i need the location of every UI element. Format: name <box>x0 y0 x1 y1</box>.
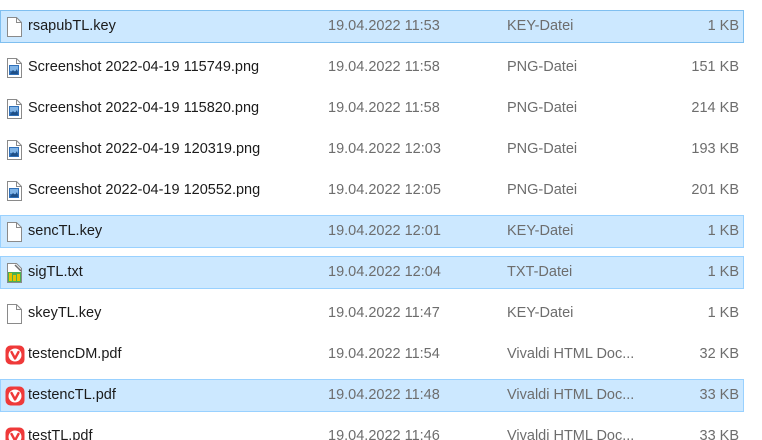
file-row[interactable]: testencDM.pdf 19.04.2022 11:54 Vivaldi HTM… <box>0 338 744 371</box>
vivaldi-pdf-icon <box>5 427 25 440</box>
file-row[interactable]: testencTL.pdf 19.04.2022 11:48 Vivaldi HTM… <box>0 379 744 412</box>
file-type: PNG-Datei <box>507 100 578 116</box>
file-row[interactable]: skeyTL.key 19.04.2022 11:47 KEY-Datei 1 KB <box>0 297 744 330</box>
file-type: PNG-Datei <box>507 141 578 157</box>
file-size: 1 KB <box>707 305 739 321</box>
file-name: sencTL.key <box>28 223 103 239</box>
text-file-icon <box>5 263 23 283</box>
file-type: TXT-Datei <box>507 264 573 280</box>
file-row[interactable]: sencTL.key 19.04.2022 12:01 KEY-Datei 1 KB <box>0 215 744 248</box>
file-size: 193 KB <box>691 141 739 157</box>
file-name: Screenshot 2022-04-19 120552.png <box>28 182 261 198</box>
vivaldi-pdf-icon <box>5 386 25 406</box>
file-row[interactable]: Screenshot 2022-04-19 120319.png 19.04.20… <box>0 133 744 166</box>
file-row[interactable]: Screenshot 2022-04-19 115749.png 19.04.20… <box>0 51 744 84</box>
file-name: testencTL.pdf <box>28 387 116 403</box>
file-name: skeyTL.key <box>28 305 102 321</box>
file-name: testTL.pdf <box>28 428 93 440</box>
file-row[interactable]: testTL.pdf 19.04.2022 11:46 Vivaldi HTML D… <box>0 420 744 440</box>
file-name: rsapubTL.key <box>28 18 116 34</box>
blank-file-icon <box>5 17 23 37</box>
file-name: Screenshot 2022-04-19 115749.png <box>28 59 260 75</box>
blank-file-icon <box>5 304 23 324</box>
file-size: 201 KB <box>691 182 739 198</box>
file-row[interactable]: rsapubTL.key 19.04.2022 11:53 KEY-Datei 1 K… <box>0 10 744 43</box>
file-type: Vivaldi HTML Doc... <box>507 346 635 362</box>
file-list: rsapubTL.key 19.04.2022 11:53 KEY-Datei 1 K… <box>0 0 762 440</box>
file-size: 32 KB <box>699 346 740 362</box>
file-type: Vivaldi HTML Doc... <box>507 428 635 440</box>
png-image-icon <box>5 140 23 160</box>
file-size: 33 KB <box>699 387 740 403</box>
file-date-modified: 19.04.2022 12:01 <box>328 223 441 239</box>
file-date-modified: 19.04.2022 11:48 <box>328 387 440 403</box>
file-type: Vivaldi HTML Doc... <box>507 387 635 403</box>
vivaldi-pdf-icon <box>5 345 25 365</box>
file-date-modified: 19.04.2022 11:58 <box>328 100 440 116</box>
file-size: 151 KB <box>691 59 739 75</box>
file-date-modified: 19.04.2022 11:53 <box>328 18 440 34</box>
file-date-modified: 19.04.2022 11:46 <box>328 428 440 440</box>
file-date-modified: 19.04.2022 11:47 <box>328 305 440 321</box>
file-row[interactable]: sigTL.txt 19.04.2022 12:04 TXT-Datei 1 KB <box>0 256 744 289</box>
file-date-modified: 19.04.2022 11:54 <box>328 346 440 362</box>
file-date-modified: 19.04.2022 12:05 <box>328 182 441 198</box>
file-type: KEY-Datei <box>507 305 574 321</box>
file-type: KEY-Datei <box>507 18 574 34</box>
file-date-modified: 19.04.2022 12:04 <box>328 264 441 280</box>
blank-file-icon <box>5 222 23 242</box>
file-size: 1 KB <box>707 264 739 280</box>
file-name: sigTL.txt <box>28 264 83 280</box>
file-size: 33 KB <box>699 428 740 440</box>
file-date-modified: 19.04.2022 11:58 <box>328 59 440 75</box>
file-date-modified: 19.04.2022 12:03 <box>328 141 441 157</box>
file-name: Screenshot 2022-04-19 115820.png <box>28 100 260 116</box>
file-row[interactable]: Screenshot 2022-04-19 120552.png 19.04.20… <box>0 174 744 207</box>
file-type: PNG-Datei <box>507 182 578 198</box>
file-size: 1 KB <box>707 18 739 34</box>
file-type: KEY-Datei <box>507 223 574 239</box>
png-image-icon <box>5 99 23 119</box>
file-size: 1 KB <box>707 223 739 239</box>
png-image-icon <box>5 181 23 201</box>
file-name: Screenshot 2022-04-19 120319.png <box>28 141 261 157</box>
png-image-icon <box>5 58 23 78</box>
file-name: testencDM.pdf <box>28 346 122 362</box>
file-row[interactable]: Screenshot 2022-04-19 115820.png 19.04.20… <box>0 92 744 125</box>
file-size: 214 KB <box>691 100 739 116</box>
file-type: PNG-Datei <box>507 59 578 75</box>
